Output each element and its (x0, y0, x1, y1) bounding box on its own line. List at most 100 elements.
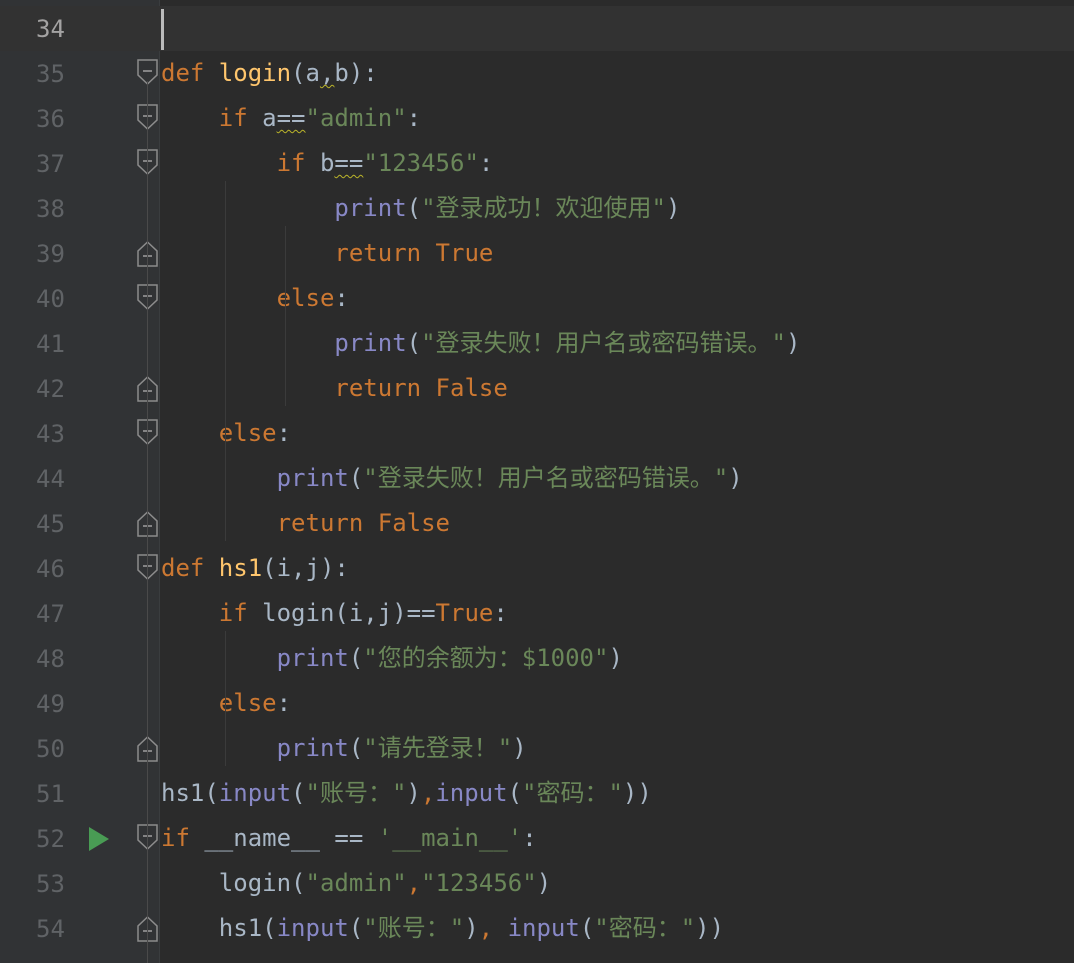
code-line[interactable]: 48 print("您的余额为：$1000") (0, 636, 1074, 681)
fold-collapse-icon[interactable] (136, 104, 160, 132)
code-line[interactable]: 47 if login(i,j)==True: (0, 591, 1074, 636)
code-token: login(i,j)== (262, 599, 436, 627)
line-number[interactable]: 50 (36, 735, 76, 763)
code-line[interactable]: 38 print("登录成功！欢迎使用") (0, 186, 1074, 231)
line-number[interactable]: 53 (36, 870, 76, 898)
fold-collapse-icon[interactable] (136, 284, 160, 312)
code-text[interactable]: hs1(input("账号："),input("密码：")) (161, 778, 652, 808)
line-number[interactable]: 34 (36, 15, 76, 43)
code-line[interactable]: 36 if a=="admin": (0, 96, 1074, 141)
code-line[interactable]: 52 if __name__ == '__main__': (0, 816, 1074, 861)
fold-collapse-icon[interactable] (136, 59, 160, 87)
code-text[interactable]: print("您的余额为：$1000") (161, 643, 623, 673)
fold-end-icon[interactable] (136, 734, 160, 762)
code-line[interactable]: 53 login("admin","123456") (0, 861, 1074, 906)
fold-collapse-icon[interactable] (136, 419, 160, 447)
code-text[interactable]: return True (161, 238, 493, 268)
line-number[interactable]: 35 (36, 60, 76, 88)
code-line[interactable]: 49 else: (0, 681, 1074, 726)
code-text[interactable]: print("登录失败！用户名或密码错误。") (161, 463, 743, 493)
code-token: b (319, 149, 335, 177)
code-token: False (377, 509, 450, 537)
code-line[interactable]: 42 return False (0, 366, 1074, 411)
line-number[interactable]: 40 (36, 285, 76, 313)
code-line[interactable]: 50 print("请先登录！") (0, 726, 1074, 771)
code-text[interactable]: else: (161, 418, 291, 448)
line-number[interactable]: 54 (36, 915, 76, 943)
indent-guide (225, 631, 226, 766)
run-triangle-icon[interactable] (88, 826, 110, 856)
code-line[interactable]: 41 print("登录失败！用户名或密码错误。") (0, 321, 1074, 366)
line-number[interactable]: 47 (36, 600, 76, 628)
code-token: else (161, 284, 335, 312)
code-text[interactable]: print("登录失败！用户名或密码错误。") (161, 328, 800, 358)
code-token: : (406, 104, 422, 132)
code-line[interactable]: 39 return True (0, 231, 1074, 276)
code-text[interactable]: return False (161, 373, 507, 403)
code-token: "admin" (305, 869, 407, 897)
code-line[interactable]: 43 else: (0, 411, 1074, 456)
code-text[interactable]: print("登录成功！欢迎使用") (161, 193, 680, 223)
code-line[interactable]: 34 (0, 6, 1074, 51)
code-token: == (276, 104, 306, 132)
line-number[interactable]: 49 (36, 690, 76, 718)
fold-end-icon[interactable] (136, 914, 160, 942)
code-text[interactable]: login("admin","123456") (161, 868, 551, 898)
line-number[interactable]: 37 (36, 150, 76, 178)
code-text[interactable]: print("请先登录！") (161, 733, 527, 763)
fold-end-icon[interactable] (136, 374, 160, 402)
line-number[interactable]: 46 (36, 555, 76, 583)
code-token: (i,j): (262, 554, 349, 582)
line-number[interactable]: 52 (36, 825, 76, 853)
code-text[interactable]: else: (161, 688, 291, 718)
fold-collapse-icon[interactable] (136, 149, 160, 177)
code-text[interactable]: if a=="admin": (161, 103, 421, 133)
line-number[interactable]: 45 (36, 510, 76, 538)
code-token: True (435, 239, 494, 267)
line-number[interactable]: 43 (36, 420, 76, 448)
code-line[interactable]: 40 else: (0, 276, 1074, 321)
code-token: print (334, 329, 407, 357)
code-text[interactable]: hs1(input("账号："), input("密码：")) (161, 913, 724, 943)
code-text[interactable]: else: (161, 283, 349, 313)
code-text[interactable]: return False (161, 508, 450, 538)
line-number[interactable]: 48 (36, 645, 76, 673)
line-number[interactable]: 41 (36, 330, 76, 358)
fold-collapse-icon[interactable] (136, 554, 160, 582)
fold-collapse-icon[interactable] (136, 824, 160, 852)
code-editor[interactable]: 34 35 def login(a,b): 36 if a=="admin": 37 i… (0, 0, 1074, 963)
code-token: "登录失败！用户名或密码错误。" (421, 329, 786, 357)
indent-guide (225, 181, 226, 541)
line-number[interactable]: 42 (36, 375, 76, 403)
code-line[interactable]: 51 hs1(input("账号："),input("密码：")) (0, 771, 1074, 816)
line-number[interactable]: 39 (36, 240, 76, 268)
code-line[interactable]: 46 def hs1(i,j): (0, 546, 1074, 591)
line-number[interactable]: 51 (36, 780, 76, 808)
code-line[interactable]: 44 print("登录失败！用户名或密码错误。") (0, 456, 1074, 501)
code-text[interactable]: def login(a,b): (161, 58, 378, 88)
code-line[interactable]: 45 return False (0, 501, 1074, 546)
code-text[interactable]: def hs1(i,j): (161, 553, 349, 583)
code-line[interactable]: 37 if b=="123456": (0, 141, 1074, 186)
fold-end-icon[interactable] (136, 509, 160, 537)
fold-end-icon[interactable] (136, 239, 160, 267)
code-token: return (161, 509, 378, 537)
code-token: , (420, 779, 436, 807)
code-token: else (161, 689, 277, 717)
line-number[interactable]: 38 (36, 195, 76, 223)
code-token: "登录失败！用户名或密码错误。" (363, 464, 729, 492)
code-token: : (276, 689, 292, 717)
text-caret (161, 9, 164, 50)
line-number[interactable]: 44 (36, 465, 76, 493)
code-token: : (493, 599, 508, 627)
code-token: hs1( (161, 914, 277, 942)
code-text[interactable]: if b=="123456": (161, 148, 494, 178)
code-line[interactable]: 35 def login(a,b): (0, 51, 1074, 96)
line-number[interactable]: 36 (36, 105, 76, 133)
code-text[interactable]: if __name__ == '__main__': (161, 823, 537, 853)
code-text[interactable]: if login(i,j)==True: (161, 598, 508, 628)
code-line[interactable]: 54 hs1(input("账号："), input("密码：")) (0, 906, 1074, 951)
